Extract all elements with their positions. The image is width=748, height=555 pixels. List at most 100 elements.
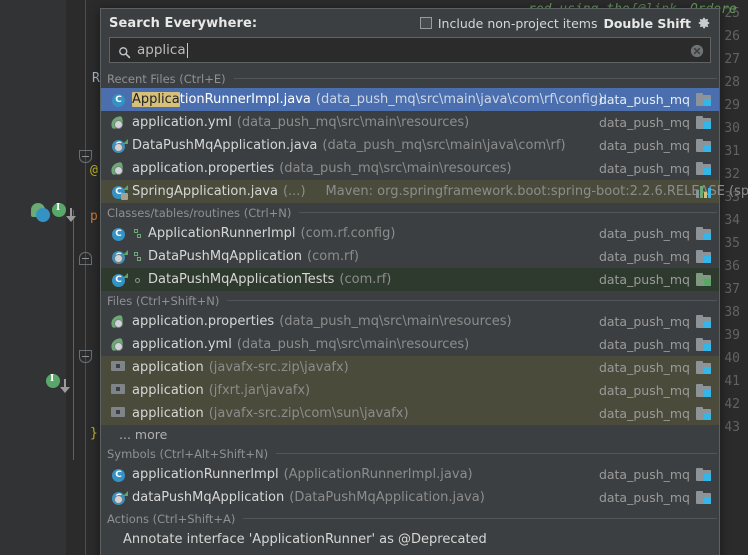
module-folder-icon — [696, 361, 711, 374]
library-bars-icon — [696, 185, 711, 198]
item-name: ApplicationRunnerImpl — [148, 226, 296, 241]
item-path: (data_push_mq\src\main\resources) — [279, 161, 512, 176]
search-input-wrapper[interactable]: applica — [109, 37, 711, 63]
code-fold-marker[interactable] — [79, 350, 92, 363]
module-folder-icon — [696, 227, 711, 240]
module-column: data_push_mq — [599, 245, 711, 268]
module-name: data_push_mq — [598, 337, 690, 352]
search-everywhere-popup[interactable]: Search Everywhere: Include non-project i… — [100, 8, 748, 555]
module-folder-icon — [696, 162, 711, 175]
implementation-gutter-icon[interactable]: I — [52, 203, 66, 217]
clear-search-icon[interactable] — [690, 43, 704, 58]
item-name: DataPushMqApplication.java — [132, 138, 318, 153]
item-package: (com.rf.config) — [300, 226, 396, 241]
list-item[interactable]: C applicationRunnerImpl (ApplicationRunn… — [101, 463, 719, 486]
module-column: data_push_mq — [599, 356, 711, 379]
editor-gutter[interactable] — [0, 0, 66, 555]
symbol-green-icon — [132, 249, 144, 265]
module-folder-icon — [696, 116, 711, 129]
item-file: (ApplicationRunnerImpl.java) — [283, 467, 473, 482]
list-item[interactable]: Annotate interface 'ApplicationRunner' a… — [101, 528, 719, 551]
module-folder-icon — [696, 491, 711, 504]
list-item[interactable]: application.yml (data_push_mq\src\main\r… — [101, 333, 719, 356]
module-name: data_push_mq — [598, 226, 690, 241]
module-folder-icon — [696, 338, 711, 351]
group-label: Files (Ctrl+Shift+N) — [107, 293, 220, 308]
item-path: (javafx-src.zip\com\sun\javafx) — [208, 406, 409, 421]
spring-boot-class-icon: C — [111, 490, 128, 506]
popup-header: Search Everywhere: Include non-project i… — [101, 9, 719, 37]
bean-class-gutter-icon[interactable] — [36, 208, 50, 222]
results-list[interactable]: Recent Files (Ctrl+E) C ApplicationRunne… — [101, 69, 748, 555]
module-name: data_push_mq — [598, 272, 690, 287]
module-folder-icon — [696, 250, 711, 263]
item-library-info: Maven: org.springframework.boot:spring-b… — [325, 184, 748, 199]
spring-config-icon — [109, 337, 127, 353]
code-token: R — [92, 71, 100, 86]
code-token: p — [90, 209, 98, 224]
module-column: data_push_mq — [599, 333, 711, 356]
module-name: data_push_mq — [598, 249, 690, 264]
module-column: data_push_mq — [599, 379, 711, 402]
list-item[interactable]: application.yml (data_push_mq\src\main\r… — [101, 111, 719, 134]
module-name: data_push_mq — [598, 490, 690, 505]
group-header-symbols: Symbols (Ctrl+Alt+Shift+N) — [101, 444, 719, 463]
list-item[interactable]: application (jfxrt.jar\javafx) data_push… — [101, 379, 719, 402]
group-header-actions: Actions (Ctrl+Shift+A) — [101, 509, 719, 528]
list-item[interactable]: C dataPushMqApplication (DataPushMqAppli… — [101, 486, 719, 509]
group-label: Symbols (Ctrl+Alt+Shift+N) — [107, 446, 269, 461]
module-name: data_push_mq — [598, 467, 690, 482]
list-item[interactable]: application (javafx-src.zip\com\sun\java… — [101, 402, 719, 425]
module-name: data_push_mq — [598, 92, 690, 107]
module-folder-icon — [696, 407, 711, 420]
list-item[interactable]: C DataPushMqApplicationTests (com.rf) da… — [101, 268, 719, 291]
item-path: (data_push_mq\src\main\resources) — [279, 314, 512, 329]
module-name: data_push_mq — [598, 360, 690, 375]
list-item[interactable]: C DataPushMqApplication (com.rf) data_pu… — [101, 245, 719, 268]
action-label: Annotate interface 'ApplicationRunner' a… — [123, 532, 487, 547]
annotation-token: @ — [90, 163, 98, 178]
module-column: data_push_mq — [599, 486, 711, 509]
module-column: data_push_mq — [599, 310, 711, 333]
text-caret — [186, 42, 188, 58]
group-header-classes: Classes/tables/routines (Ctrl+N) — [101, 203, 719, 222]
double-shift-hint: Double Shift — [603, 15, 691, 31]
item-name: application.yml — [132, 115, 232, 130]
implementation-gutter-icon[interactable]: I — [46, 374, 60, 388]
include-non-project-checkbox[interactable] — [419, 17, 432, 29]
symbol-dot-icon — [132, 272, 144, 288]
module-name: data_push_mq — [598, 115, 690, 130]
list-item[interactable]: application.properties (data_push_mq\src… — [101, 310, 719, 333]
group-header-recent-files: Recent Files (Ctrl+E) — [101, 69, 719, 88]
list-item[interactable]: Application Service File | New | Plugin … — [101, 551, 719, 555]
module-column: data_push_mq — [599, 111, 711, 134]
module-column: data_push_mq — [599, 268, 711, 291]
item-name: application — [132, 406, 204, 421]
code-fold-marker[interactable] — [79, 150, 92, 163]
list-item[interactable]: C ApplicationRunnerImpl.java (data_push_… — [101, 88, 719, 111]
code-fold-marker[interactable] — [79, 252, 92, 265]
test-class-icon: C — [111, 272, 128, 288]
list-item[interactable]: application (javafx-src.zip\javafx) data… — [101, 356, 719, 379]
search-input[interactable]: applica — [137, 42, 186, 58]
module-folder-test-icon — [696, 273, 711, 286]
module-folder-icon — [696, 93, 711, 106]
item-path: (jfxrt.jar\javafx) — [208, 383, 311, 398]
list-item[interactable]: C ApplicationRunnerImpl (com.rf.config) … — [101, 222, 719, 245]
list-item[interactable]: C DataPushMqApplication.java (data_push_… — [101, 134, 719, 157]
list-item[interactable]: C SpringApplication.java (...) Maven: or… — [101, 180, 748, 203]
item-file: (DataPushMqApplication.java) — [289, 490, 485, 505]
module-column: data_push_mq — [599, 222, 711, 245]
list-item[interactable]: application.properties (data_push_mq\src… — [101, 157, 719, 180]
gear-icon[interactable] — [697, 16, 711, 30]
symbol-green-icon — [132, 226, 144, 242]
item-name: DataPushMqApplicationTests — [148, 272, 335, 287]
search-icon — [118, 44, 131, 58]
spring-boot-class-icon: C — [111, 249, 128, 265]
item-name: application — [132, 360, 204, 375]
group-rule — [243, 518, 717, 519]
item-name: application.properties — [132, 161, 275, 176]
include-non-project-label: Include non-project items — [437, 15, 598, 31]
more-results-link[interactable]: ... more — [101, 425, 719, 444]
group-label: Recent Files (Ctrl+E) — [107, 71, 226, 86]
